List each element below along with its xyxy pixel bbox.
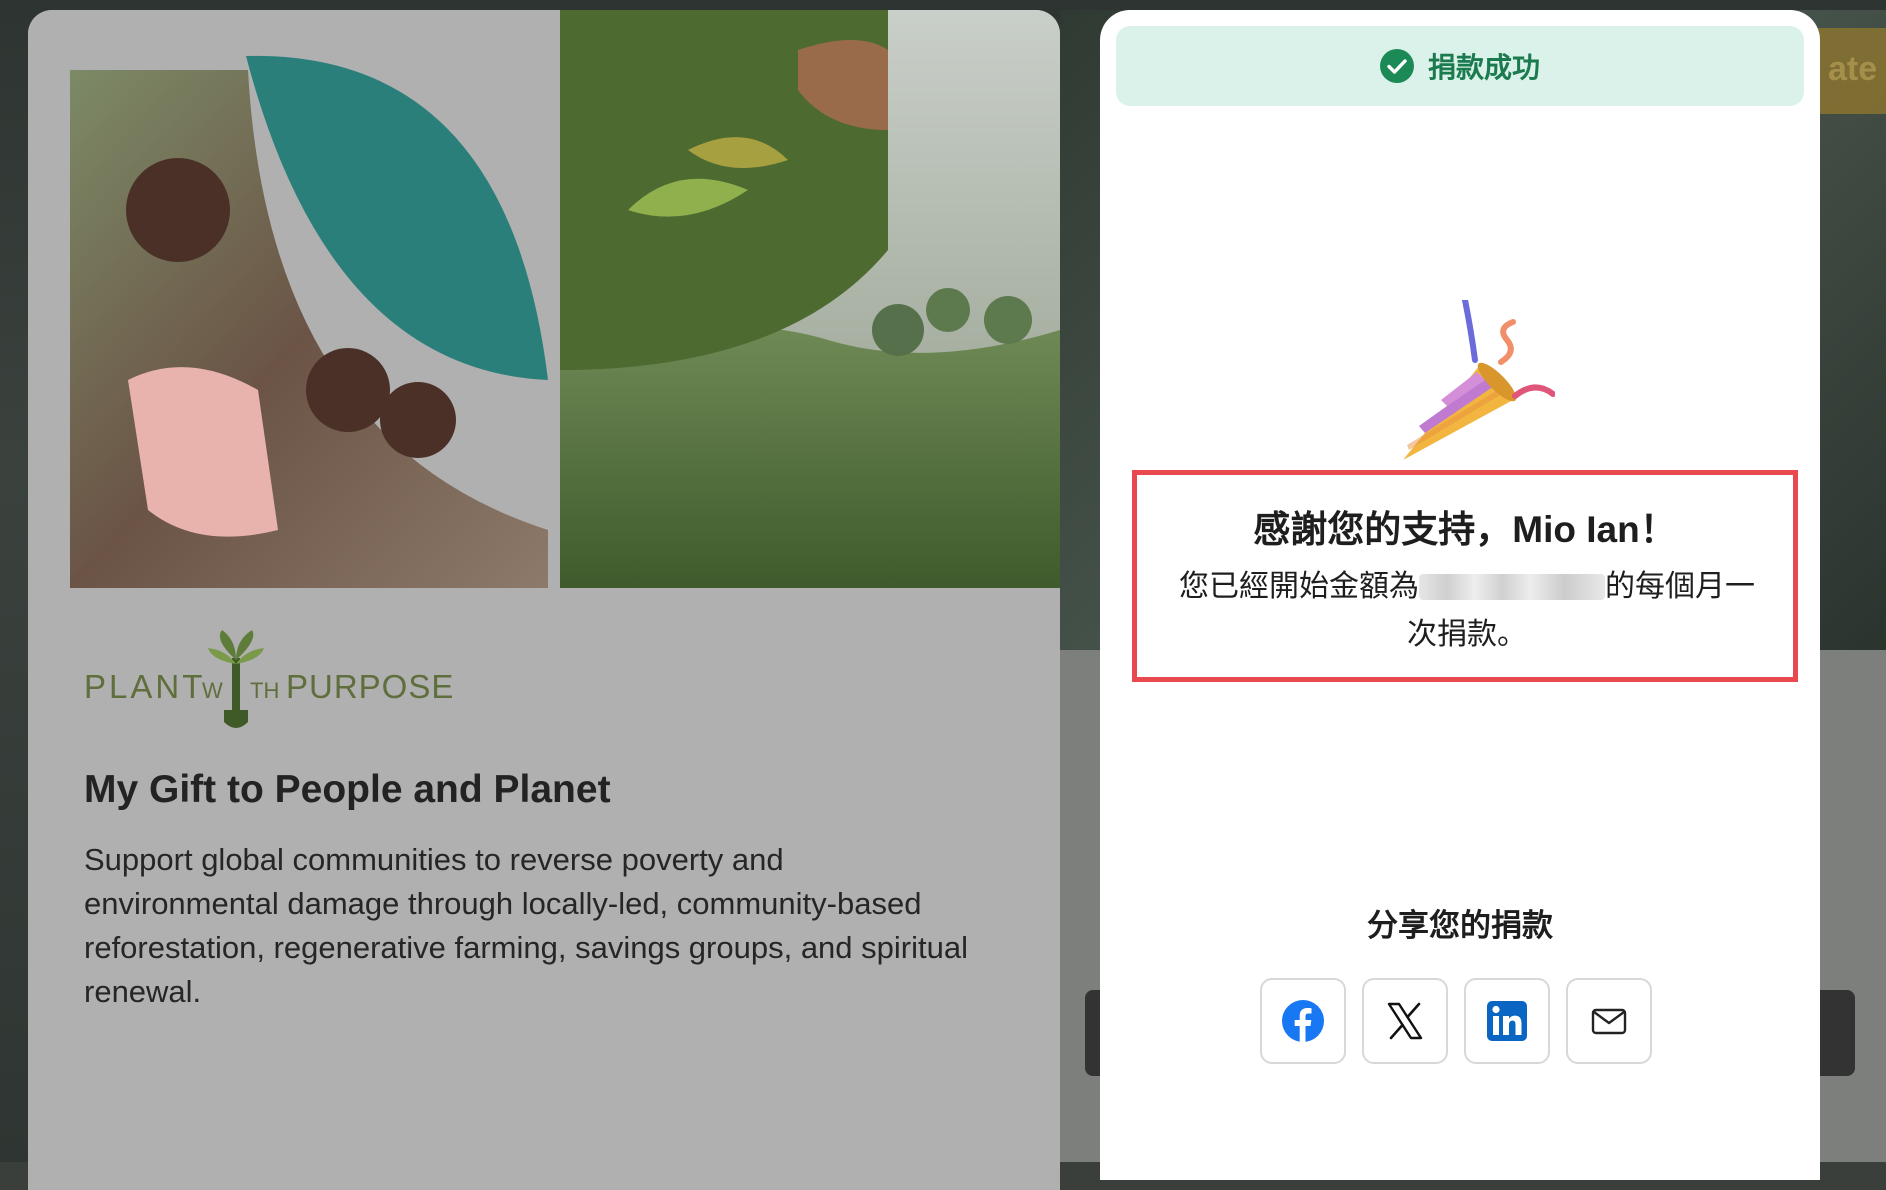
success-toast-text: 捐款成功: [1427, 52, 1540, 83]
thank-you-message-prefix: 您已經開始金額為: [1179, 570, 1419, 603]
blurred-amount: [1419, 574, 1605, 600]
mail-icon: [1591, 1008, 1627, 1035]
campaign-description: Support global communities to reverse po…: [84, 842, 968, 1009]
thank-you-message: 您已經開始金額為 的每個月一次捐款。: [1167, 563, 1767, 659]
share-label: 分享您的捐款: [1367, 908, 1553, 943]
share-facebook-button[interactable]: [1260, 978, 1346, 1064]
thank-you-title: 感謝您的支持，Mio Ian！: [1253, 509, 1677, 550]
svg-text:PURPOSE: PURPOSE: [286, 668, 454, 705]
campaign-hero-image: [28, 10, 1060, 588]
party-popper-icon: [1403, 300, 1555, 460]
linkedin-icon: [1487, 1001, 1527, 1041]
x-icon: [1387, 1002, 1423, 1040]
check-circle-icon: [1379, 49, 1414, 83]
share-buttons: [1260, 978, 1652, 1064]
facebook-icon: [1282, 1000, 1324, 1042]
svg-text:W: W: [202, 678, 223, 703]
share-email-button[interactable]: [1566, 978, 1652, 1064]
campaign-card: PLANT W TH PURPOSE My Gift to People and…: [28, 10, 1060, 1190]
success-toast: 捐款成功: [1116, 26, 1804, 106]
share-linkedin-button[interactable]: [1464, 978, 1550, 1064]
svg-text:PLANT: PLANT: [84, 668, 205, 705]
campaign-title: My Gift to People and Planet: [84, 768, 611, 811]
share-x-button[interactable]: [1362, 978, 1448, 1064]
plant-with-purpose-logo: PLANT W TH PURPOSE: [84, 630, 454, 728]
donation-success-modal: 捐款成功 感謝您的支持，Mio Ian！ 您已經開始金額為 的每個月一次捐款。 分…: [1100, 10, 1820, 1180]
thank-you-highlight-box: 感謝您的支持，Mio Ian！ 您已經開始金額為 的每個月一次捐款。: [1132, 470, 1798, 682]
svg-text:TH: TH: [250, 678, 279, 703]
